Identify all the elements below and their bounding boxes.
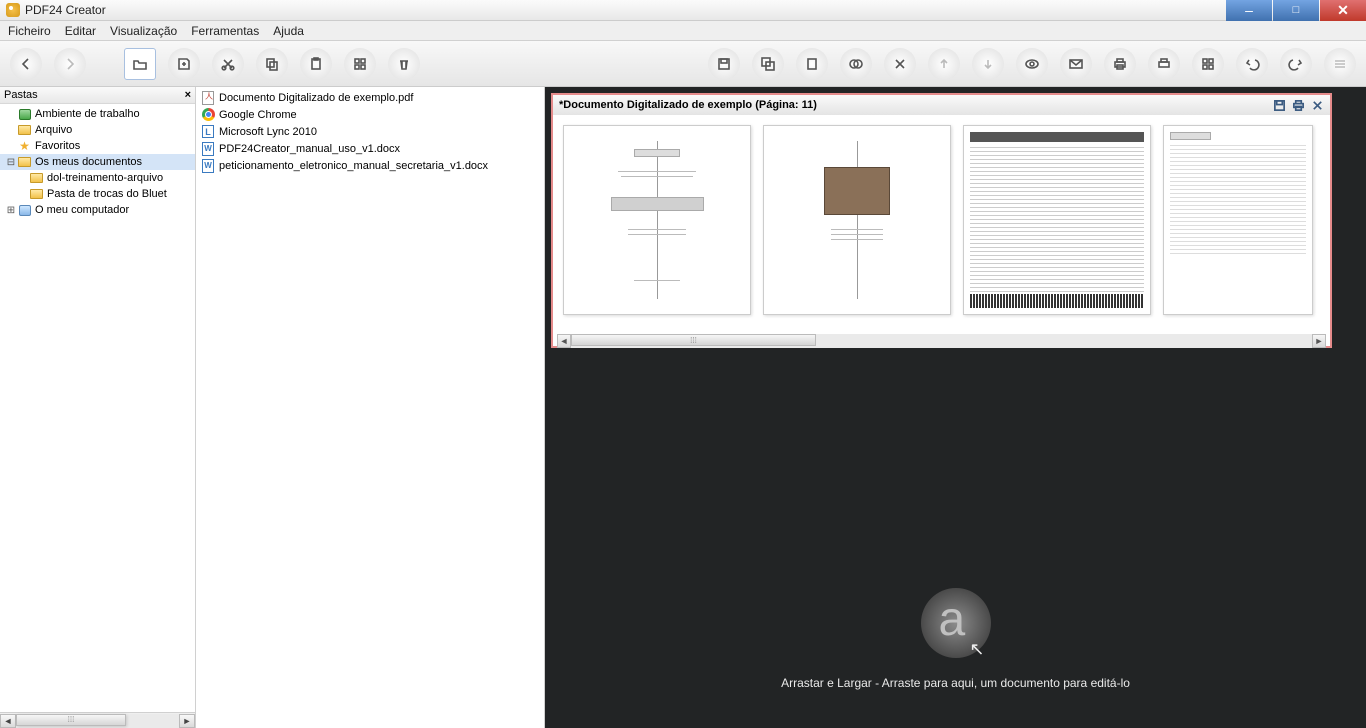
page-thumbnail-1[interactable] (563, 125, 751, 315)
scroll-thumb[interactable]: ⁞⁞⁞ (16, 714, 126, 726)
settings-button[interactable] (1324, 48, 1356, 80)
title-bar: PDF24 Creator – □ ✕ (0, 0, 1366, 21)
cut-button[interactable] (212, 48, 244, 80)
doc-save-icon[interactable] (1273, 99, 1286, 112)
save-button[interactable] (708, 48, 740, 80)
toolbar (0, 41, 1366, 87)
page-thumbnail-3[interactable] (963, 125, 1151, 315)
paste-button[interactable] (300, 48, 332, 80)
file-row-pdf[interactable]: Documento Digitalizado de exemplo.pdf (196, 89, 544, 106)
fax-button[interactable] (1148, 48, 1180, 80)
folder-tree[interactable]: Ambiente de trabalho Arquivo ★Favoritos … (0, 104, 195, 712)
undo-button[interactable] (1236, 48, 1268, 80)
app-title: PDF24 Creator (25, 3, 106, 17)
page-thumbnail-2[interactable] (763, 125, 951, 315)
tree-node-sub1[interactable]: dol-treinamento-arquivo (0, 170, 195, 186)
nav-forward-button[interactable] (54, 48, 86, 80)
doc-print-icon[interactable] (1292, 99, 1305, 112)
page-button[interactable] (796, 48, 828, 80)
drop-zone[interactable]: ↖ Arrastar e Largar - Arraste para aqui,… (656, 588, 1256, 690)
preview-panel: *Documento Digitalizado de exemplo (Pági… (545, 87, 1366, 728)
file-row-chrome[interactable]: Google Chrome (196, 106, 544, 123)
thumb-scroll-left-icon[interactable]: ◄ (557, 334, 571, 348)
tree-node-mypc[interactable]: ⊞O meu computador (0, 202, 195, 218)
file-list[interactable]: Documento Digitalizado de exemplo.pdf Go… (196, 87, 545, 728)
print-button[interactable] (1104, 48, 1136, 80)
merge-button[interactable] (840, 48, 872, 80)
menu-tools[interactable]: Ferramentas (191, 24, 259, 38)
document-title: *Documento Digitalizado de exemplo (Pági… (559, 99, 817, 111)
add-blank-button[interactable] (168, 48, 200, 80)
email-button[interactable] (1060, 48, 1092, 80)
page-thumbnails[interactable] (553, 115, 1330, 333)
thumbnail-hscroll[interactable]: ◄ ⁞⁞⁞ ► (553, 333, 1330, 349)
minimize-button[interactable]: – (1226, 0, 1272, 21)
file-row-lync[interactable]: LMicrosoft Lync 2010 (196, 123, 544, 140)
app-icon (6, 3, 20, 17)
menu-edit[interactable]: Editar (65, 24, 96, 38)
file-row-docx1[interactable]: WPDF24Creator_manual_uso_v1.docx (196, 140, 544, 157)
sidebar-close-icon[interactable]: × (185, 89, 191, 101)
scroll-left-icon[interactable]: ◄ (0, 714, 16, 728)
grid-button[interactable] (344, 48, 376, 80)
folder-sidebar: Pastas × Ambiente de trabalho Arquivo ★F… (0, 87, 196, 728)
dropzone-text: Arrastar e Largar - Arraste para aqui, u… (656, 676, 1256, 690)
open-button[interactable] (124, 48, 156, 80)
dropzone-icon: ↖ (921, 588, 991, 658)
tree-node-sub2[interactable]: Pasta de trocas do Bluet (0, 186, 195, 202)
tree-node-desktop[interactable]: Ambiente de trabalho (0, 106, 195, 122)
close-button[interactable]: ✕ (1320, 0, 1366, 21)
save-all-button[interactable] (752, 48, 784, 80)
menu-view[interactable]: Visualização (110, 24, 177, 38)
sidebar-hscroll[interactable]: ◄ ⁞⁞⁞ ► (0, 712, 195, 728)
tree-node-mydocs[interactable]: ⊟Os meus documentos (0, 154, 195, 170)
nav-back-button[interactable] (10, 48, 42, 80)
thumb-scroll-thumb[interactable]: ⁞⁞⁞ (571, 334, 816, 346)
thumb-scroll-right-icon[interactable]: ► (1312, 334, 1326, 348)
doc-close-icon[interactable] (1311, 99, 1324, 112)
tree-node-file[interactable]: Arquivo (0, 122, 195, 138)
menu-bar: Ficheiro Editar Visualização Ferramentas… (0, 21, 1366, 41)
sidebar-header: Pastas × (0, 87, 195, 104)
redo-button[interactable] (1280, 48, 1312, 80)
maximize-button[interactable]: □ (1273, 0, 1319, 21)
cursor-icon: ↖ (969, 639, 984, 660)
tree-node-favorites[interactable]: ★Favoritos (0, 138, 195, 154)
menu-file[interactable]: Ficheiro (8, 24, 51, 38)
page-thumbnail-4[interactable] (1163, 125, 1313, 315)
preview-button[interactable] (1016, 48, 1048, 80)
scroll-right-icon[interactable]: ► (179, 714, 195, 728)
thumbnails-button[interactable] (1192, 48, 1224, 80)
move-down-button[interactable] (972, 48, 1004, 80)
remove-button[interactable] (884, 48, 916, 80)
menu-help[interactable]: Ajuda (273, 24, 304, 38)
document-preview: *Documento Digitalizado de exemplo (Pági… (551, 93, 1332, 348)
delete-button[interactable] (388, 48, 420, 80)
copy-button[interactable] (256, 48, 288, 80)
sidebar-title: Pastas (4, 89, 38, 101)
move-up-button[interactable] (928, 48, 960, 80)
file-row-docx2[interactable]: Wpeticionamento_eletronico_manual_secret… (196, 157, 544, 174)
